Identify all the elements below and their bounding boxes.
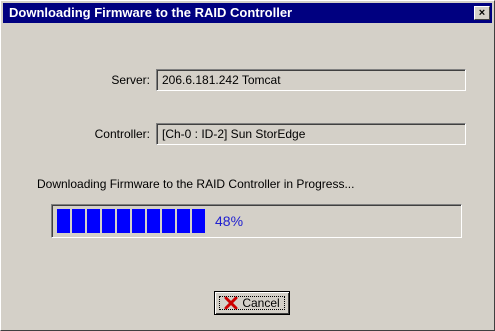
progress-caption: Downloading Firmware to the RAID Control… <box>37 177 355 191</box>
controller-field: [Ch-0 : ID-2] Sun StorEdge <box>156 123 466 145</box>
progress-segment <box>132 209 145 233</box>
server-label: Server: <box>111 73 150 87</box>
progress-segment <box>147 209 160 233</box>
progress-fill <box>57 209 205 233</box>
progress-segment <box>177 209 190 233</box>
progress-percent: 48% <box>215 213 244 229</box>
close-icon: × <box>478 7 486 19</box>
server-field: 206.6.181.242 Tomcat <box>156 69 466 91</box>
progress-bar: 48% <box>51 204 462 238</box>
progress-segment <box>87 209 100 233</box>
firmware-download-dialog: Downloading Firmware to the RAID Control… <box>0 0 495 331</box>
progress-segment <box>117 209 130 233</box>
controller-label: Controller: <box>94 127 150 141</box>
title-bar: Downloading Firmware to the RAID Control… <box>3 3 492 23</box>
progress-segment <box>102 209 115 233</box>
progress-segment <box>57 209 70 233</box>
cancel-button[interactable]: Cancel <box>214 291 290 315</box>
close-button[interactable]: × <box>474 6 490 20</box>
progress-segment <box>162 209 175 233</box>
window-title: Downloading Firmware to the RAID Control… <box>9 5 293 20</box>
progress-segment <box>192 209 205 233</box>
cancel-label: Cancel <box>242 296 280 310</box>
progress-segment <box>72 209 85 233</box>
red-x-icon <box>224 296 238 310</box>
